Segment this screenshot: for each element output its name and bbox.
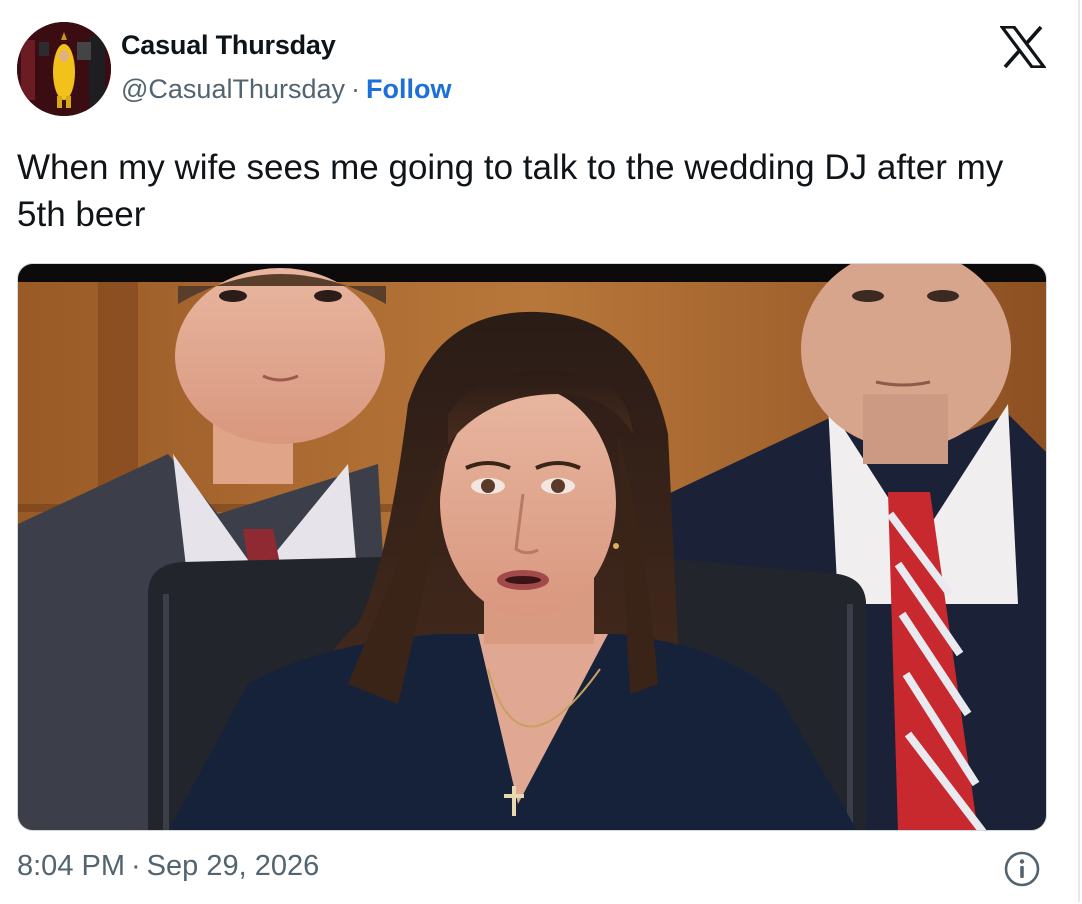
author-handle-row: @CasualThursday · Follow xyxy=(121,74,452,105)
info-icon[interactable] xyxy=(1003,850,1041,888)
tweet-time: 8:04 PM xyxy=(17,850,125,882)
author-display-name[interactable]: Casual Thursday xyxy=(121,30,336,61)
photo-three-people-hearing-icon xyxy=(18,264,1046,830)
author-handle[interactable]: @CasualThursday xyxy=(121,74,345,104)
x-logo-icon[interactable] xyxy=(998,25,1048,69)
follow-button[interactable]: Follow xyxy=(366,74,451,104)
tweet-text: When my wife sees me going to talk to th… xyxy=(17,148,1004,234)
separator-dot: · xyxy=(351,74,361,104)
separator-dot: · xyxy=(131,850,141,882)
banana-costume-avatar-icon xyxy=(17,22,111,116)
tweet-media[interactable] xyxy=(17,263,1047,831)
tweet-date: Sep 29, 2026 xyxy=(146,850,320,882)
tweet-timestamp[interactable]: 8:04 PM · Sep 29, 2026 xyxy=(17,850,319,883)
avatar[interactable] xyxy=(17,22,111,116)
